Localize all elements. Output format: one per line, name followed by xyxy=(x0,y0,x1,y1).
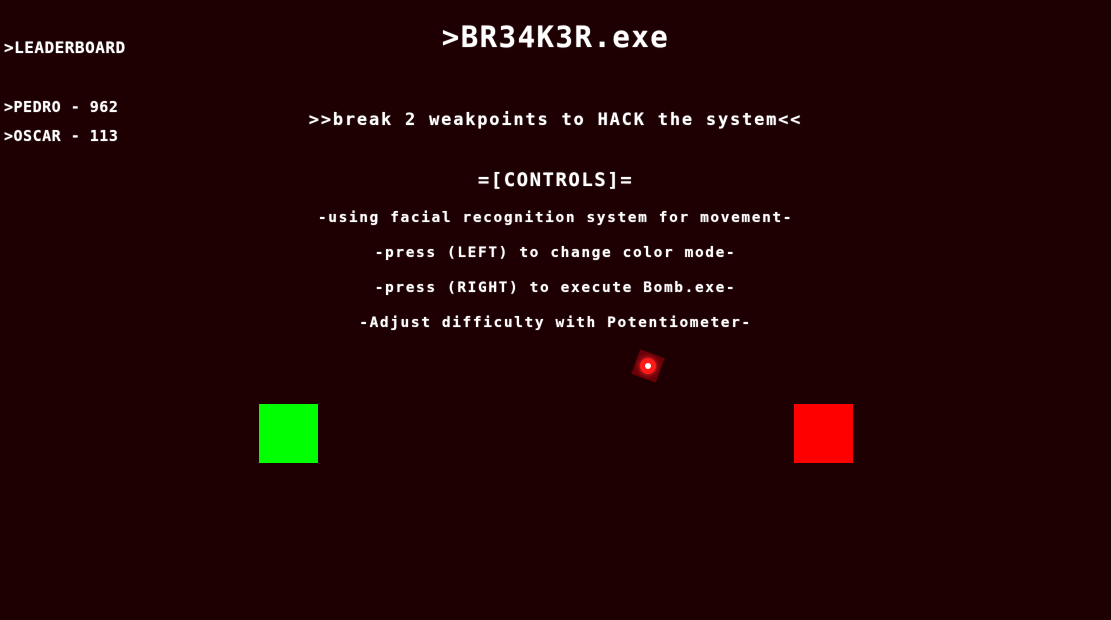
weakpoint-green xyxy=(259,404,318,463)
control-instruction: -press (LEFT) to change color mode- xyxy=(374,245,737,261)
ball xyxy=(631,349,665,383)
objective-text: >>break 2 weakpoints to HACK the system<… xyxy=(308,110,803,130)
ball-highlight xyxy=(645,363,651,369)
control-instruction: -Adjust difficulty with Potentiometer- xyxy=(359,315,752,331)
control-instruction: -press (RIGHT) to execute Bomb.exe- xyxy=(374,280,737,296)
controls-heading: =[CONTROLS]= xyxy=(477,169,634,191)
game-title: >BR34K3R.exe xyxy=(441,20,670,54)
control-instruction: -using facial recognition system for mov… xyxy=(317,210,794,226)
weakpoint-red xyxy=(794,404,853,463)
